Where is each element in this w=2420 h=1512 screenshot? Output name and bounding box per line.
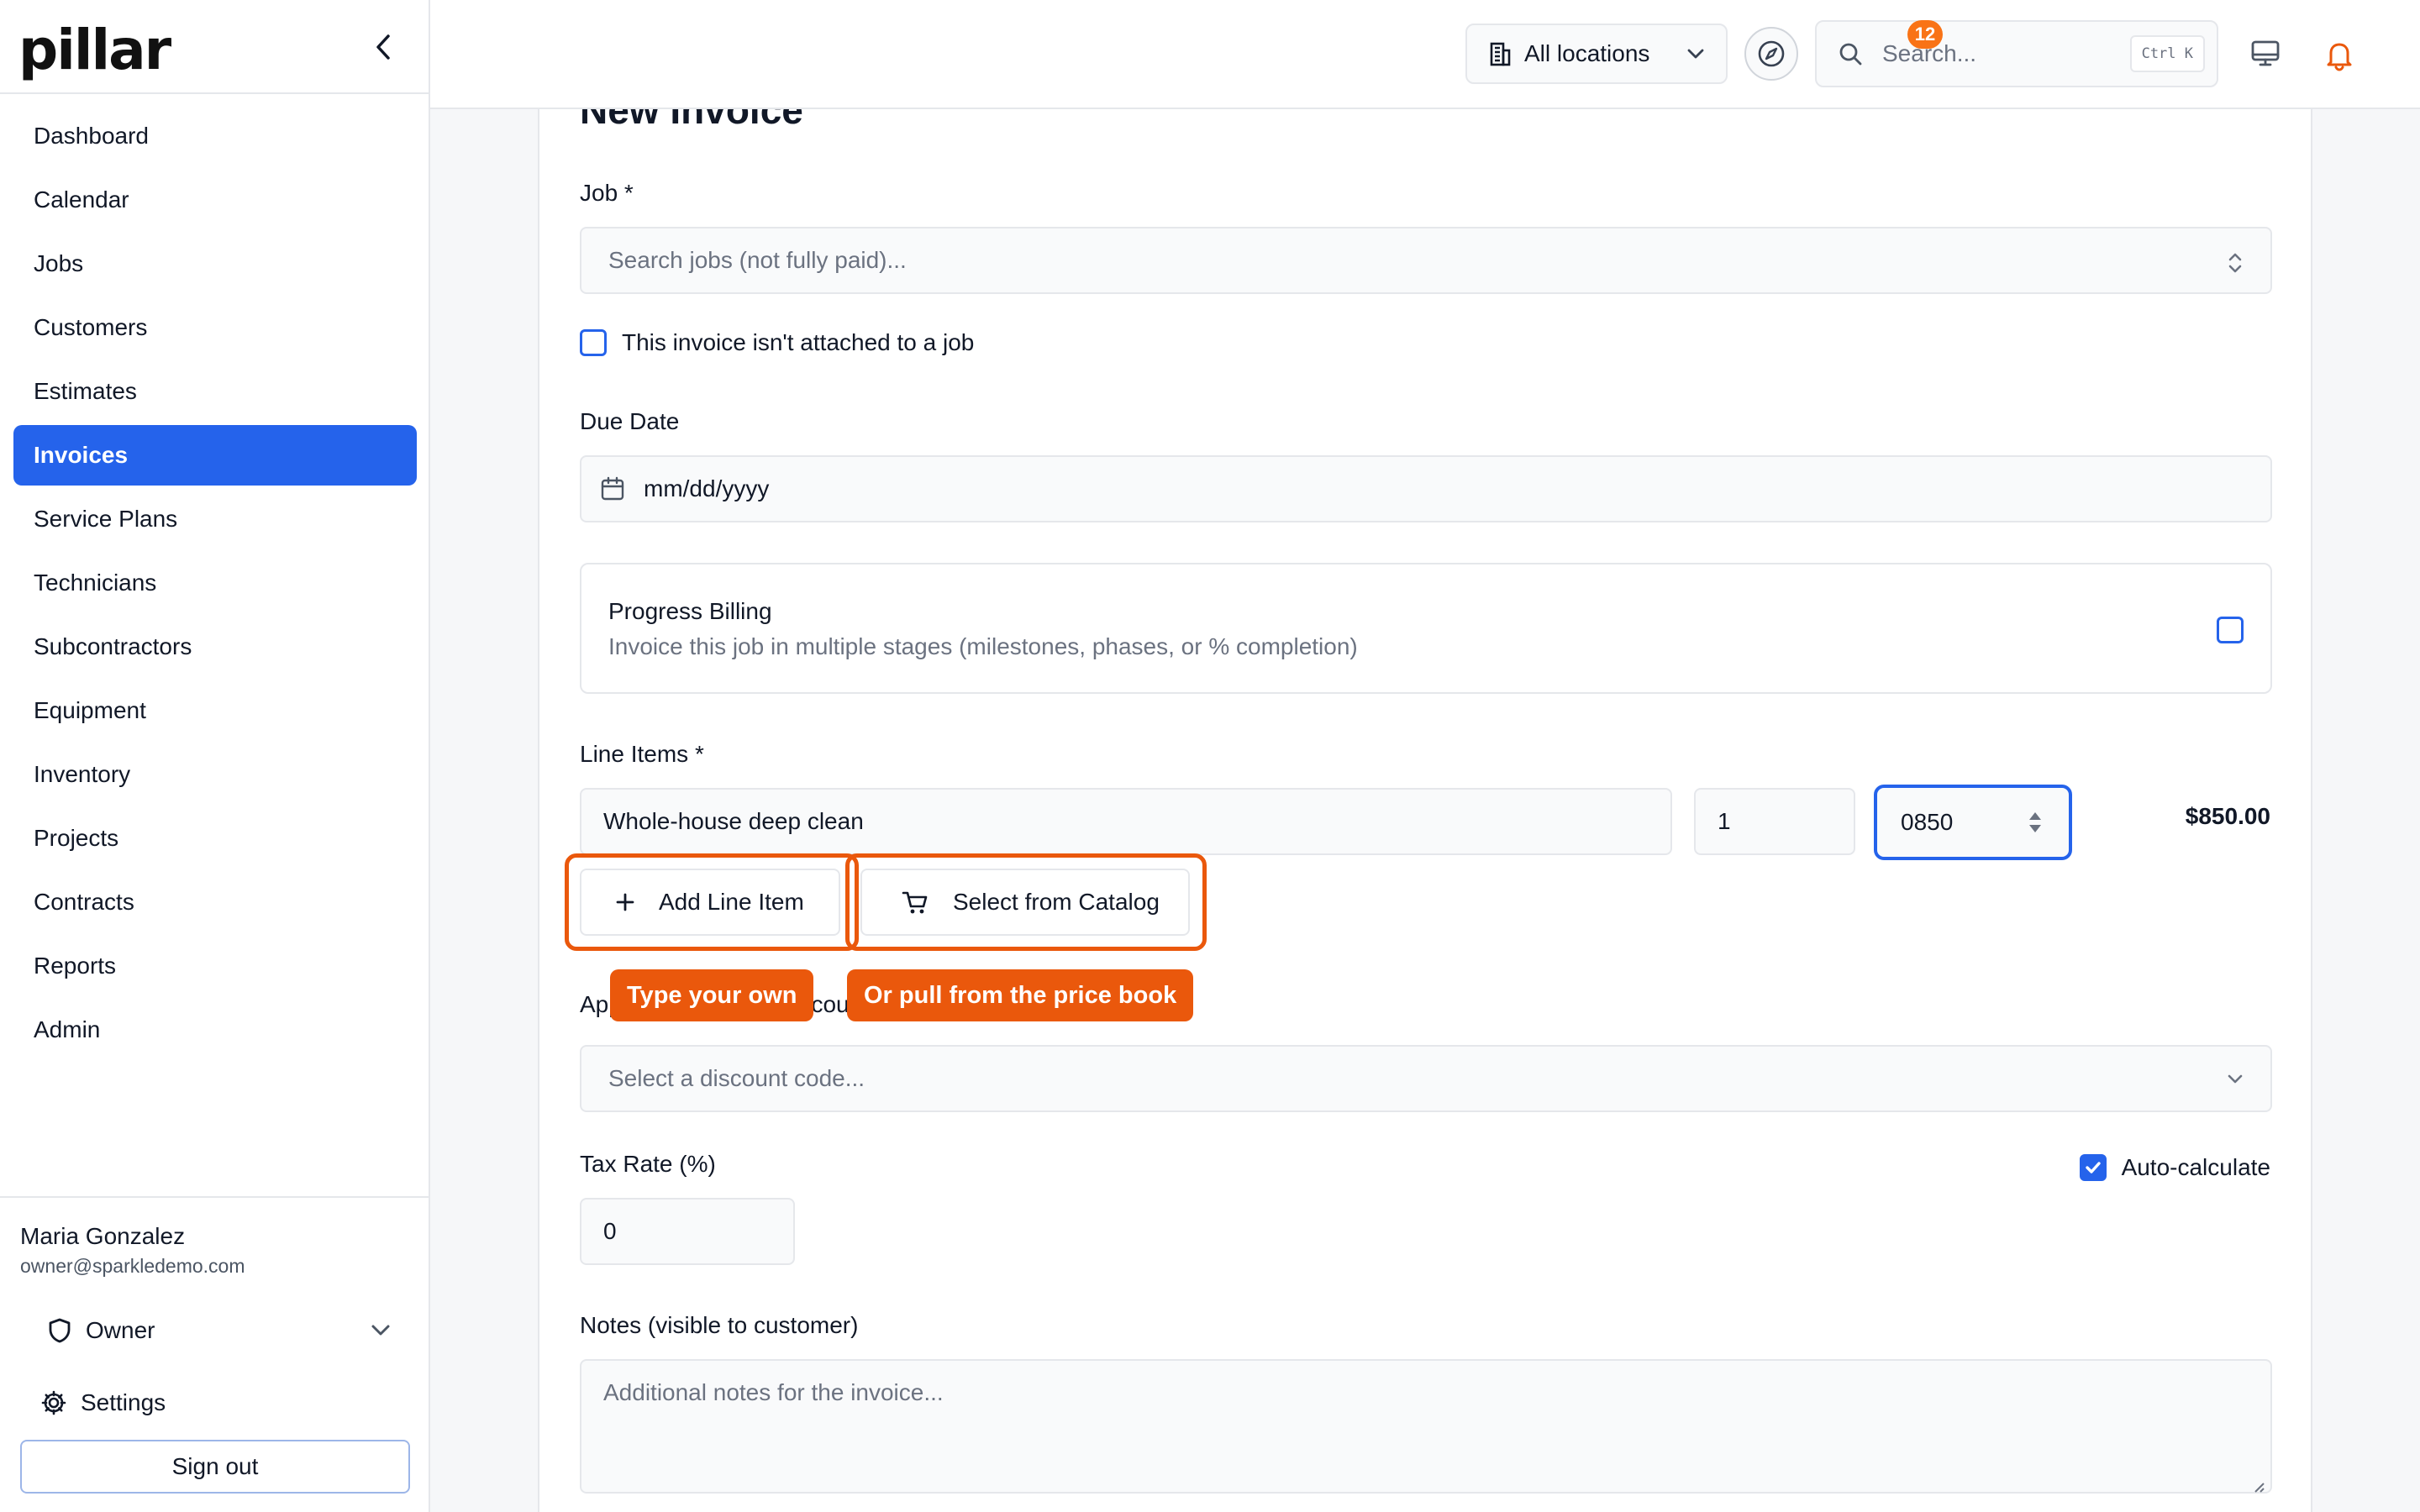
location-label: All locations (1524, 40, 1650, 66)
job-search-placeholder: Search jobs (not fully paid)... (608, 247, 907, 273)
settings-label: Settings (81, 1389, 166, 1415)
job-search-combobox[interactable]: Search jobs (not fully paid)... (580, 227, 2272, 294)
progress-billing-card: Progress Billing Invoice this job in mul… (580, 563, 2272, 694)
settings-link[interactable]: Settings (40, 1381, 166, 1425)
type-your-own-tooltip: Type your own (610, 969, 814, 1021)
shield-icon (49, 1318, 71, 1343)
sidebar-item-inventory[interactable]: Inventory (13, 744, 417, 805)
shortcut-hint: Ctrl K (2129, 35, 2205, 72)
explore-button[interactable] (1744, 27, 1798, 81)
sidebar-item-customers[interactable]: Customers (13, 297, 417, 358)
role-selector[interactable]: Owner (47, 1309, 392, 1352)
price-book-tooltip: Or pull from the price book (847, 969, 1194, 1021)
user-email: owner@sparkledemo.com (20, 1255, 245, 1277)
sidebar-item-jobs[interactable]: Jobs (13, 234, 417, 294)
sidebar-item-dashboard[interactable]: Dashboard (13, 106, 417, 166)
line-items-label: Line Items * (580, 741, 704, 767)
display-button[interactable] (2245, 34, 2286, 74)
chevron-down-icon (2228, 1074, 2243, 1084)
auto-calculate-label: Auto-calculate (2121, 1154, 2270, 1180)
due-date-input[interactable]: mm/dd/yyyy (580, 455, 2272, 522)
select-catalog-highlight (845, 853, 1207, 951)
tax-rate-input[interactable]: 0 (580, 1198, 795, 1265)
search-icon (1839, 43, 1862, 66)
compass-icon (1758, 40, 1785, 67)
line-item-total: $850.00 (2185, 803, 2270, 829)
top-bar: All locations Ctrl K (430, 0, 2420, 109)
location-selector[interactable]: All locations (1465, 24, 1728, 84)
auto-calculate-checkbox[interactable] (2079, 1154, 2107, 1181)
invoice-form: New Invoice Job * Search jobs (not fully… (538, 109, 2312, 1512)
tax-rate-label: Tax Rate (%) (580, 1151, 716, 1177)
no-job-label: This invoice isn't attached to a job (622, 329, 975, 355)
logo-row: pillar (0, 0, 429, 94)
building-icon (1490, 42, 1511, 66)
monitor-icon (2251, 40, 2280, 66)
number-spinner-icon (2029, 812, 2041, 832)
sidebar-item-admin[interactable]: Admin (13, 1000, 417, 1060)
no-job-option[interactable]: This invoice isn't attached to a job (580, 329, 974, 356)
progress-billing-checkbox[interactable] (2217, 617, 2244, 643)
line-item-quantity-input[interactable]: 1 (1694, 788, 1855, 855)
global-search[interactable]: Ctrl K (1815, 20, 2218, 87)
sidebar-item-reports[interactable]: Reports (13, 936, 417, 996)
line-item-price-input[interactable]: 0850 (1874, 785, 2072, 860)
progress-billing-description: Invoice this job in multiple stages (mil… (608, 633, 1358, 659)
chevron-left-icon (376, 34, 390, 60)
due-date-placeholder: mm/dd/yyyy (644, 475, 770, 501)
calendar-icon (601, 476, 624, 501)
sidebar-nav: Dashboard Calendar Jobs Customers Estima… (13, 106, 417, 1063)
notes-textarea[interactable] (580, 1359, 2272, 1494)
sidebar-item-contracts[interactable]: Contracts (13, 872, 417, 932)
sidebar-item-service-plans[interactable]: Service Plans (13, 489, 417, 549)
user-name: Maria Gonzalez (20, 1223, 186, 1249)
sidebar-item-projects[interactable]: Projects (13, 808, 417, 869)
role-label: Owner (86, 1317, 155, 1343)
notification-count-badge: 12 (1907, 20, 1943, 49)
chevron-down-icon (371, 1325, 390, 1336)
chevron-up-down-icon (2228, 253, 2242, 273)
sidebar-item-estimates[interactable]: Estimates (13, 361, 417, 422)
sidebar-item-equipment[interactable]: Equipment (13, 680, 417, 741)
sidebar-item-invoices[interactable]: Invoices (13, 425, 417, 486)
sidebar: pillar Dashboard Calendar Jobs Customers… (0, 0, 430, 1512)
app-logo[interactable]: pillar (18, 18, 171, 82)
collapse-sidebar-button[interactable] (366, 30, 400, 64)
sign-out-button[interactable]: Sign out (20, 1440, 410, 1494)
resize-handle-icon (2254, 1483, 2265, 1493)
sidebar-item-calendar[interactable]: Calendar (13, 170, 417, 230)
add-line-item-highlight (565, 853, 859, 951)
job-label: Job * (580, 180, 634, 206)
line-item-description-input[interactable]: Whole-house deep clean (580, 788, 1672, 855)
sidebar-item-technicians[interactable]: Technicians (13, 553, 417, 613)
sidebar-item-subcontractors[interactable]: Subcontractors (13, 617, 417, 677)
notifications-button[interactable] (2317, 34, 2361, 77)
check-icon (2085, 1162, 2101, 1173)
line-item-price-value: 0850 (1901, 809, 1954, 835)
notes-label: Notes (visible to customer) (580, 1312, 859, 1338)
due-date-label: Due Date (580, 408, 680, 434)
gear-icon (41, 1390, 66, 1415)
user-block: Maria Gonzalez owner@sparkledemo.com Own… (0, 1196, 429, 1512)
chevron-down-icon (1687, 49, 1704, 59)
progress-billing-title: Progress Billing (608, 598, 772, 624)
page-title: New Invoice (580, 109, 803, 132)
no-job-checkbox[interactable] (580, 329, 607, 356)
discount-select[interactable]: Select a discount code... (580, 1045, 2272, 1112)
bell-icon (2327, 43, 2352, 71)
discount-placeholder: Select a discount code... (608, 1065, 865, 1091)
auto-calculate-option[interactable]: Auto-calculate (2079, 1154, 2270, 1181)
